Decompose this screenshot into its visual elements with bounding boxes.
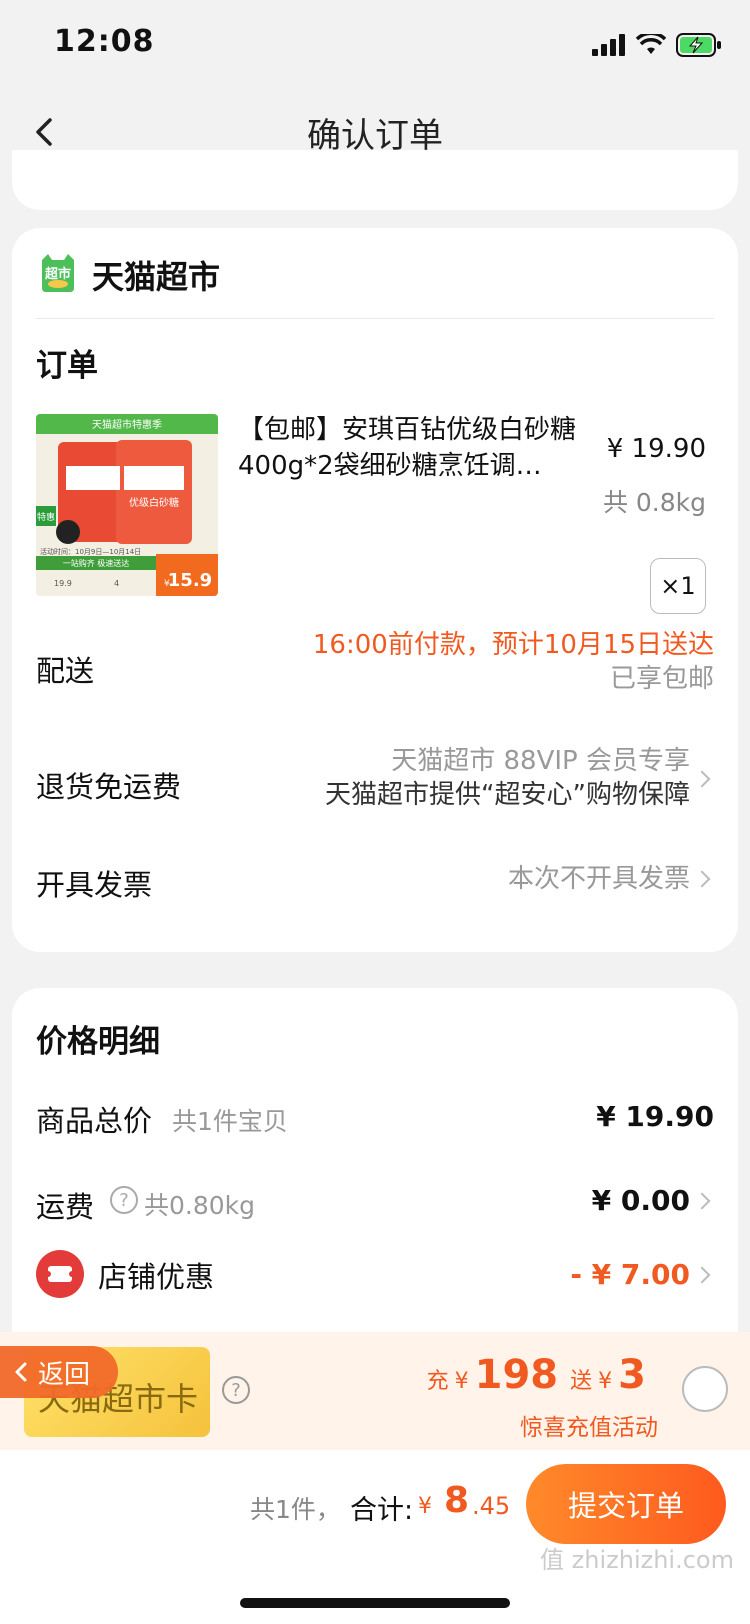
chevron-right-icon — [693, 1192, 711, 1210]
yen-symbol: ¥ — [598, 1369, 613, 1394]
product-title[interactable]: 【包邮】安琪百钻优级白砂糖400g*2袋细砂糖烹饪调… — [238, 412, 598, 484]
yen-symbol: ¥ — [454, 1369, 469, 1394]
total-amount-integer: 8 — [444, 1480, 470, 1521]
svg-text:一站购齐 极速送达: 一站购齐 极速送达 — [63, 558, 130, 568]
help-icon[interactable]: ? — [110, 1186, 138, 1214]
free-shipping-note: 已享包邮 — [609, 664, 714, 694]
floating-back-label: 返回 — [38, 1359, 91, 1390]
delivery-time: 16:00前付款，预计10月15日送达 — [312, 630, 714, 660]
chevron-right-icon — [693, 770, 711, 788]
svg-text:15.9: 15.9 — [168, 570, 212, 591]
shop-order-card: 超市 天猫超市 订单 天猫超市特惠季 优级白砂糖 特惠 活动时间：10月9日—1… — [12, 228, 738, 952]
product-weight: 共 0.8kg — [602, 488, 706, 517]
battery-charging-icon — [676, 33, 721, 57]
recharge-select-radio[interactable] — [682, 1366, 728, 1412]
yen-symbol: ¥ — [418, 1494, 432, 1519]
recharge-promo-subtitle: 惊喜充值活动 — [520, 1415, 658, 1441]
total-label: 合计: — [350, 1495, 414, 1526]
goods-count-note: 共1件宝贝 — [172, 1107, 288, 1136]
item-count: 共1件， — [250, 1495, 341, 1524]
invoice-value[interactable]: 本次不开具发票 — [508, 862, 690, 896]
order-section-title: 订单 — [36, 348, 98, 384]
submit-order-button[interactable]: 提交订单 — [526, 1464, 726, 1544]
chevron-right-icon — [693, 870, 711, 888]
tmall-supermarket-logo-icon: 超市 — [38, 254, 78, 292]
total-amount-decimal: .45 — [472, 1492, 511, 1520]
wifi-icon — [636, 34, 666, 54]
shipping-fee-amount[interactable]: ¥ 0.00 — [592, 1184, 690, 1217]
svg-text:19.9: 19.9 — [54, 579, 72, 588]
return-shipping-info[interactable]: 天猫超市 88VIP 会员专享 天猫超市提供“超安心”购物保障 — [325, 744, 690, 812]
floating-back-button[interactable]: 返回 — [0, 1346, 118, 1398]
recharge-offer: 充 ¥ 198 送 ¥ 3 — [427, 1352, 646, 1398]
signal-icon — [592, 34, 625, 56]
help-icon[interactable]: ? — [222, 1376, 250, 1404]
recharge-prefix: 充 — [426, 1369, 449, 1394]
svg-text:活动时间：10月9日—10月14日: 活动时间：10月9日—10月14日 — [40, 547, 141, 556]
chevron-left-icon — [15, 1362, 27, 1382]
goods-total-label: 商品总价 — [36, 1104, 153, 1138]
delivery-label: 配送 — [36, 654, 95, 688]
shop-name[interactable]: 天猫超市 — [92, 252, 220, 298]
coupon-icon — [36, 1250, 84, 1298]
product-price: ¥ 19.90 — [606, 434, 706, 464]
quantity-selector[interactable]: ×1 — [650, 558, 706, 614]
svg-text:4: 4 — [114, 579, 119, 588]
store-discount-amount[interactable]: - ¥ 7.00 — [570, 1258, 690, 1291]
svg-text:特惠: 特惠 — [37, 511, 55, 523]
watermark: 值 zhizhizhi.com — [540, 1546, 734, 1574]
gift-prefix: 送 — [570, 1369, 593, 1394]
return-guarantee-note: 天猫超市提供“超安心”购物保障 — [325, 780, 690, 810]
shipping-weight-note: 共0.80kg — [144, 1191, 256, 1220]
status-time: 12:08 — [54, 24, 155, 59]
delivery-info[interactable]: 16:00前付款，预计10月15日送达 已享包邮 — [313, 628, 714, 696]
divider — [36, 318, 714, 319]
svg-text:优级白砂糖: 优级白砂糖 — [129, 496, 179, 509]
goods-total-amount: ¥ 19.90 — [596, 1100, 714, 1133]
svg-text:天猫超市特惠季: 天猫超市特惠季 — [92, 418, 162, 431]
checkout-bar: 共1件， 合计: ¥ 8 .45 提交订单 — [0, 1450, 750, 1624]
home-indicator[interactable] — [240, 1598, 510, 1608]
recharge-amount: 198 — [474, 1352, 559, 1398]
shipping-fee-label: 运费 — [36, 1190, 95, 1224]
chevron-right-icon — [693, 1266, 711, 1284]
address-card-remnant — [12, 150, 738, 210]
gift-amount: 3 — [618, 1352, 646, 1398]
store-discount-label: 店铺优惠 — [98, 1260, 215, 1294]
recharge-promo-bar: 天猫超市卡 ? 充 ¥ 198 送 ¥ 3 惊喜充值活动 — [0, 1332, 750, 1450]
invoice-label: 开具发票 — [36, 868, 153, 902]
svg-text:超市: 超市 — [45, 266, 71, 282]
product-image[interactable]: 天猫超市特惠季 优级白砂糖 特惠 活动时间：10月9日—10月14日 一站购齐 … — [36, 414, 218, 596]
return-shipping-label: 退货免运费 — [36, 770, 182, 804]
return-vip-note: 天猫超市 88VIP 会员专享 — [391, 746, 690, 776]
price-detail-title: 价格明细 — [36, 1024, 160, 1060]
status-bar: 12:08 — [0, 0, 750, 90]
status-icons — [592, 32, 722, 58]
